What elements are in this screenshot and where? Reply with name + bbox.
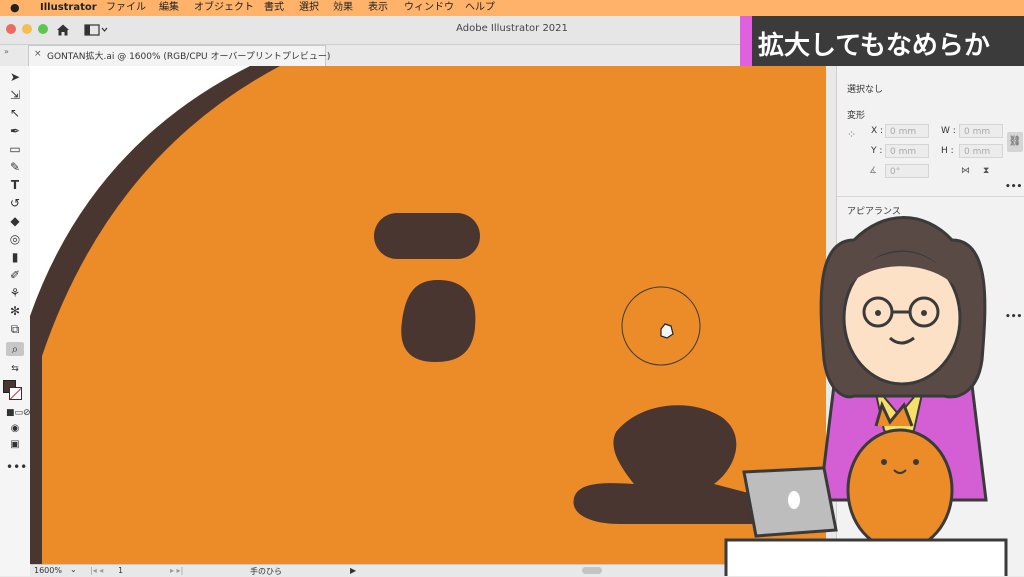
gradient-tool-icon[interactable]: ▮	[6, 250, 24, 264]
eraser-tool-icon[interactable]: ◆	[6, 214, 24, 228]
menu-window[interactable]: ウィンドウ	[404, 0, 454, 16]
screen-mode-icon[interactable]: ▣	[6, 438, 24, 452]
eyedropper-tool-icon[interactable]: ✐	[6, 268, 24, 282]
document-tab-label: GONTAN拡大.ai @ 1600% (RGB/CPU オーバープリントプレビ…	[47, 52, 331, 62]
first-artboard-icon[interactable]: |◂ ◂	[90, 566, 103, 575]
paintbrush-tool-icon[interactable]: ✎	[6, 160, 24, 174]
horizontal-scrollbar-thumb[interactable]	[582, 567, 602, 574]
status-menu-icon[interactable]: ▶	[350, 566, 356, 575]
next-artboard-icon[interactable]: ▸ ▸|	[170, 566, 183, 575]
caption-text: 拡大してもなめらか	[758, 31, 990, 61]
caption-banner: 拡大してもなめらか	[740, 16, 1024, 66]
artboard-number-field[interactable]: 1	[118, 566, 123, 575]
blend-tool-icon[interactable]: ⚘	[6, 286, 24, 300]
artboard-canvas[interactable]	[30, 66, 826, 564]
constrain-proportions-icon[interactable]: ⛓	[1007, 132, 1023, 152]
symbol-sprayer-tool-icon[interactable]: ✻	[6, 304, 24, 318]
status-bar: 1600% ⌄ |◂ ◂ 1 ▸ ▸| 手のひら ▶	[30, 564, 826, 577]
flip-vertical-icon[interactable]: ⧗	[983, 166, 989, 176]
selection-tool-icon[interactable]: ➤	[6, 70, 24, 84]
edit-toolbar-icon[interactable]: •••	[6, 460, 27, 474]
w-label: W :	[941, 126, 956, 136]
eye-shape	[401, 280, 476, 362]
tools-panel: ➤ ⇲ ↖ ✒ ▭ ✎ T ↺ ◆ ◎ ▮ ✐ ⚘ ✻ ⧉ ⌕ ⇆ ■▭⊘ ◉ …	[0, 66, 31, 576]
menu-effect[interactable]: 効果	[333, 0, 353, 16]
menu-edit[interactable]: 編集	[159, 0, 179, 16]
apple-menu-icon[interactable]: ●	[10, 0, 20, 16]
color-mode-icon[interactable]: ■▭⊘	[6, 406, 31, 420]
angle-field[interactable]: 0°	[885, 164, 929, 178]
selection-status: 選択なし	[847, 85, 884, 95]
close-tab-icon[interactable]: ×	[34, 49, 42, 59]
x-field[interactable]: 0 mm	[885, 124, 929, 138]
direct-selection-tool-icon[interactable]: ⇲	[6, 88, 24, 102]
caption-accent-bar	[740, 16, 752, 66]
shape-builder-tool-icon[interactable]: ◎	[6, 232, 24, 246]
artwork	[30, 66, 826, 564]
pen-tool-icon[interactable]: ✒	[6, 124, 24, 138]
flip-horizontal-icon[interactable]: ⋈	[961, 166, 970, 176]
y-field[interactable]: 0 mm	[885, 144, 929, 158]
h-label: H :	[941, 146, 954, 156]
h-field[interactable]: 0 mm	[959, 144, 1003, 158]
w-field[interactable]: 0 mm	[959, 124, 1003, 138]
artboard-tool-icon[interactable]: ⧉	[6, 322, 24, 336]
rotate-tool-icon[interactable]: ↺	[6, 196, 24, 210]
type-tool-icon[interactable]: T	[6, 178, 24, 192]
app-name[interactable]: Illustrator	[40, 0, 97, 16]
zoom-level-field[interactable]: 1600%	[34, 566, 62, 575]
transform-heading: 変形	[847, 111, 866, 121]
current-tool-label: 手のひら	[250, 567, 282, 576]
angle-icon: ∡	[869, 166, 878, 176]
document-tab[interactable]: × GONTAN拡大.ai @ 1600% (RGB/CPU オーバープリントプ…	[28, 45, 330, 66]
rectangle-tool-icon[interactable]: ▭	[6, 142, 24, 156]
reference-point-icon[interactable]: ⁘	[847, 128, 856, 141]
eyebrow-shape	[374, 213, 480, 259]
menu-object[interactable]: オブジェクト	[194, 0, 254, 16]
zoom-tool-icon[interactable]: ⌕	[6, 342, 24, 356]
collapse-toolbar-icon[interactable]: »	[4, 47, 9, 56]
hand-cursor-icon	[660, 323, 674, 339]
menu-help[interactable]: ヘルプ	[465, 0, 495, 16]
draw-mode-icon[interactable]: ◉	[6, 422, 24, 436]
x-label: X :	[871, 126, 884, 136]
menu-select[interactable]: 選択	[299, 0, 319, 16]
menu-file[interactable]: ファイル	[106, 0, 146, 16]
y-label: Y :	[871, 146, 883, 156]
swap-fill-stroke-icon[interactable]: ⇆	[6, 362, 24, 376]
menu-view[interactable]: 表示	[368, 0, 388, 16]
menu-bar: ● Illustrator ファイル 編集 オブジェクト 書式 選択 効果 表示…	[0, 0, 1024, 16]
zoom-dropdown-icon[interactable]: ⌄	[70, 565, 77, 574]
magic-wand-tool-icon[interactable]: ↖	[6, 106, 24, 120]
more-options-icon[interactable]: •••	[1005, 182, 1022, 192]
panel-divider	[837, 196, 1024, 197]
menu-type[interactable]: 書式	[264, 0, 284, 16]
stroke-color-swatch[interactable]	[9, 387, 22, 400]
presenter-illustration	[724, 216, 1008, 576]
